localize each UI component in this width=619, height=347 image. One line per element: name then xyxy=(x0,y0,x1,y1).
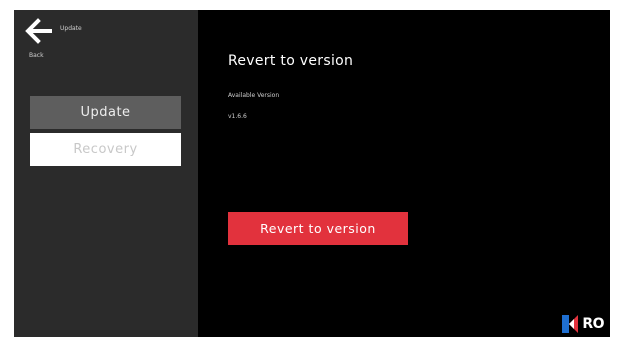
logo-text: RO xyxy=(582,316,604,332)
back-label: Back xyxy=(29,52,44,59)
back-button[interactable] xyxy=(24,18,54,44)
header-title: Update xyxy=(60,25,82,32)
available-version-value: v1.6.6 xyxy=(228,113,247,120)
available-version-label: Available Version xyxy=(228,92,280,99)
app-screen: Update Back Update Recovery Revert to ve… xyxy=(14,10,610,337)
brand-logo: RO xyxy=(562,315,604,333)
sidebar: Update Back Update Recovery xyxy=(14,10,198,337)
arrow-left-icon xyxy=(25,18,52,44)
sidebar-item-recovery[interactable]: Recovery xyxy=(30,133,181,166)
main-content: Revert to version Available Version v1.6… xyxy=(198,10,610,337)
sidebar-item-update[interactable]: Update xyxy=(30,96,181,129)
page-title: Revert to version xyxy=(228,53,354,69)
logo-icon xyxy=(562,315,579,333)
revert-button[interactable]: Revert to version xyxy=(228,212,408,245)
